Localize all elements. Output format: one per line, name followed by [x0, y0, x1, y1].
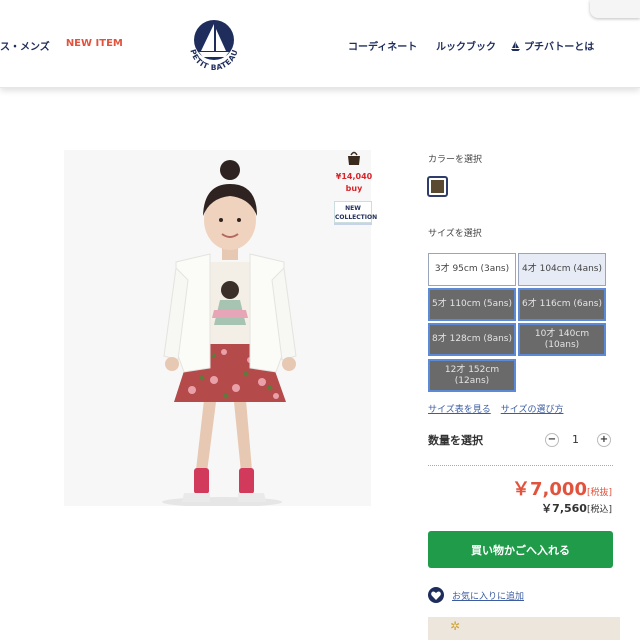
size-option-3[interactable]: 3才 95cm (3ans) — [428, 253, 516, 286]
product-photo[interactable] — [64, 150, 371, 506]
size-option-5[interactable]: 5才 110cm (5ans) — [428, 288, 516, 321]
size-links: サイズ表を見る サイズの選び方 — [428, 402, 563, 415]
nav-left: ス・メンズ NEW ITEM — [0, 38, 123, 53]
size-option-6[interactable]: 6才 116cm (6ans) — [518, 288, 606, 321]
quantity-plus-button[interactable]: + — [597, 433, 611, 447]
favorite-link[interactable]: お気に入りに追加 — [428, 587, 524, 603]
quantity-value: 1 — [572, 433, 579, 446]
divider — [428, 465, 613, 466]
nav-link-mens[interactable]: ス・メンズ — [0, 38, 50, 53]
star-icon: ✲ — [450, 619, 461, 633]
size-chart-link[interactable]: サイズ表を見る — [428, 402, 491, 415]
nav-link-about[interactable]: プチバトーとは — [511, 38, 594, 53]
size-option-8[interactable]: 8才 128cm (8ans) — [428, 323, 516, 356]
nav-link-coordinate[interactable]: コーディネート — [348, 38, 436, 53]
corner-tab[interactable] — [590, 0, 640, 18]
new-badge-line1: NEW — [345, 205, 361, 212]
price-excl-tax: ￥7,000[税抜] — [512, 475, 612, 501]
girl-model-illustration — [64, 150, 371, 506]
thumbnail-strip[interactable]: ✲ — [428, 617, 620, 640]
size-label: サイズを選択 — [428, 229, 482, 239]
purchase-badge[interactable]: ¥14,040 buy — [334, 150, 374, 194]
size-option-4[interactable]: 4才 104cm (4ans) — [518, 253, 606, 286]
size-guide-link[interactable]: サイズの選び方 — [501, 402, 564, 415]
nav-link-new-item[interactable]: NEW ITEM — [66, 38, 123, 53]
color-swatch-fill — [431, 180, 444, 193]
color-label: カラーを選択 — [428, 155, 483, 165]
site-header: ス・メンズ NEW ITEM PETIT BATEAU コーディネート ルックブ… — [0, 0, 640, 88]
quantity-label: 数量を選択 — [428, 434, 483, 447]
badge-price: ¥14,040 — [335, 172, 373, 181]
add-to-cart-button[interactable]: 買い物かごへ入れる — [428, 531, 613, 568]
nav-link-about-label: プチバトーとは — [524, 42, 595, 53]
size-option-12[interactable]: 12才 152cm (12ans) — [428, 359, 516, 392]
badge-buy: buy — [345, 184, 363, 193]
price-incl-tax: ￥7,560[税込] — [541, 500, 612, 516]
bag-icon — [348, 151, 360, 165]
price-sub-tax: [税込] — [586, 505, 612, 515]
quantity-minus-button[interactable]: − — [545, 433, 559, 447]
price-main-tax: [税抜] — [586, 488, 612, 498]
boat-icon — [511, 40, 520, 51]
price-sub-value: ￥7,560 — [541, 502, 587, 515]
new-collection-badge: NEW COLLECTION — [334, 201, 378, 223]
nav-link-lookbook[interactable]: ルックブック — [436, 38, 511, 53]
size-option-10[interactable]: 10才 140cm (10ans) — [518, 323, 606, 356]
new-badge-line2: COLLECTION — [335, 214, 378, 221]
nav-right: コーディネート ルックブック プチバトーとは — [348, 38, 594, 53]
petit-bateau-logo[interactable]: PETIT BATEAU — [181, 13, 247, 79]
color-swatch[interactable] — [427, 176, 448, 197]
favorite-link-label: お気に入りに追加 — [452, 591, 525, 602]
price-main-value: ￥7,000 — [512, 479, 587, 500]
heart-icon — [428, 587, 444, 603]
